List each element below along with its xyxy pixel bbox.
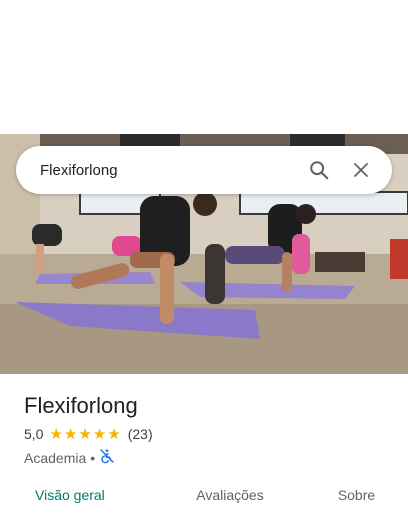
star-rating: ★ ★ ★ ★ ★ [49, 427, 121, 442]
star-icon: ★ [63, 425, 78, 443]
star-icon: ★ [92, 425, 107, 443]
rating-row[interactable]: 5,0 ★ ★ ★ ★ ★ (23) [24, 426, 384, 442]
star-icon: ★ [78, 425, 92, 443]
place-title: Flexiforlong [24, 393, 138, 418]
category-row: Academia • [24, 448, 384, 467]
search-bar[interactable]: Flexiforlong [16, 146, 392, 194]
review-count[interactable]: (23) [128, 426, 153, 442]
separator: • [90, 449, 96, 466]
rating-value: 5,0 [24, 426, 44, 442]
close-icon[interactable] [344, 153, 378, 187]
tab-reviews[interactable]: Avaliações [155, 476, 305, 514]
place-category: Academia [24, 449, 87, 466]
star-icon: ★ [49, 425, 63, 443]
no-wheelchair-access-icon [99, 448, 115, 467]
tab-overview[interactable]: Visão geral [0, 476, 155, 514]
place-info: Flexiforlong 5,0 ★ ★ ★ ★ ★ (23) Academia… [24, 392, 384, 467]
search-input[interactable]: Flexiforlong [40, 162, 302, 179]
star-icon: ★ [107, 425, 121, 443]
tab-about[interactable]: Sobre [305, 476, 408, 514]
place-tabs: Visão geral Avaliações Sobre [0, 476, 408, 514]
search-icon[interactable] [302, 153, 336, 187]
